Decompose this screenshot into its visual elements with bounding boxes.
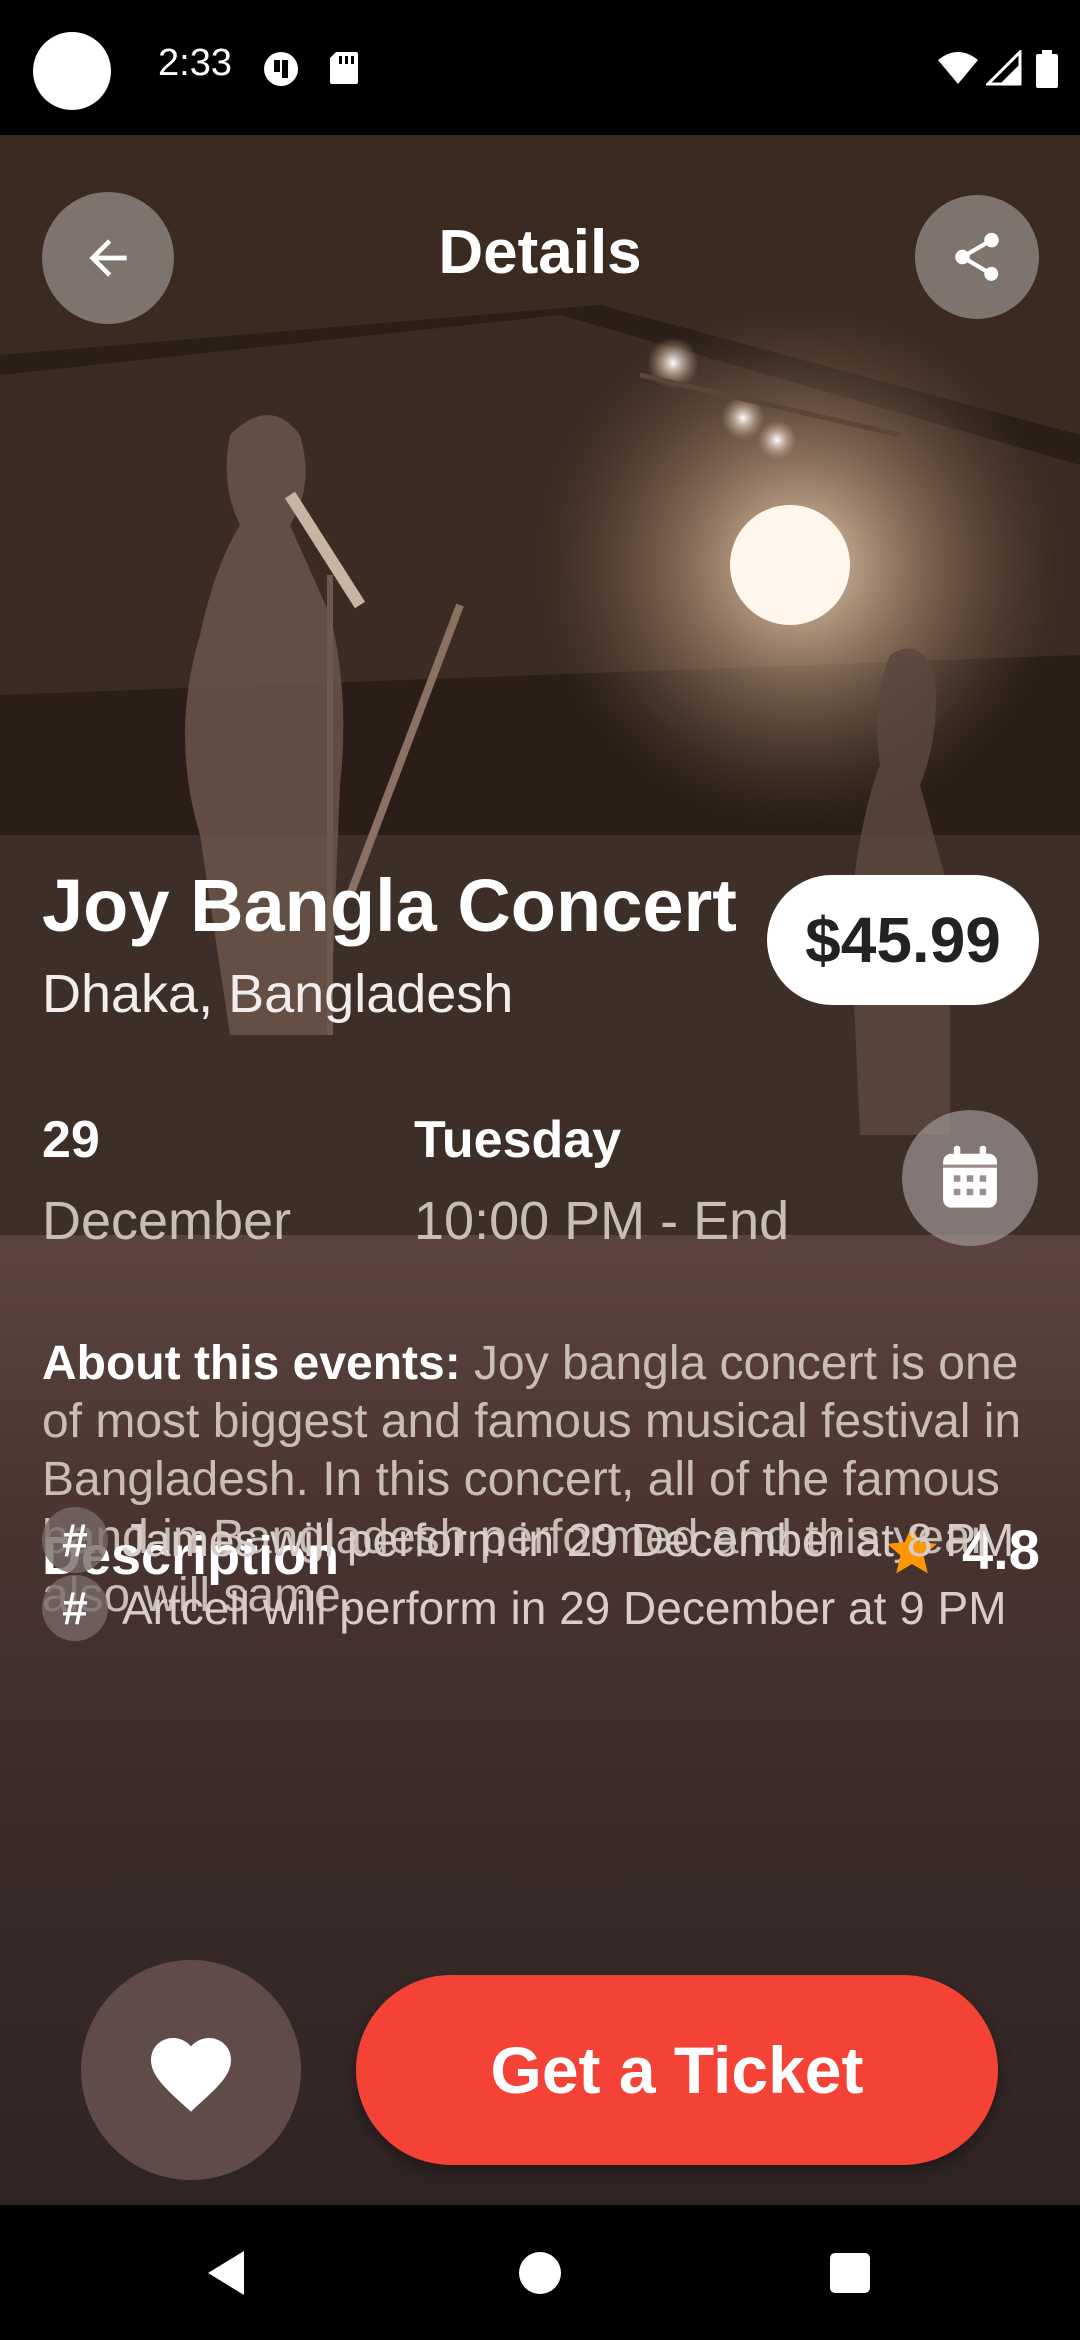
get-ticket-button[interactable]: Get a Ticket (356, 1975, 998, 2165)
add-to-calendar-button[interactable] (902, 1110, 1038, 1246)
event-details-screen: Details Joy Bangla Concert Dhaka, Bangla… (0, 135, 1080, 2205)
share-button[interactable] (915, 195, 1039, 319)
app-notification-icon (264, 52, 298, 86)
heart-icon (151, 2038, 231, 2112)
signal-icon (986, 50, 1022, 86)
system-nav-bar (0, 2205, 1080, 2340)
list-item: # James will perform in 29 December at 8… (42, 1507, 1014, 1573)
calendar-icon (943, 1145, 997, 1208)
nav-home-icon (519, 2251, 561, 2294)
nav-recents-icon (830, 2252, 870, 2293)
list-item-text: Artcell will perform in 29 December at 9… (122, 1582, 1007, 1634)
favorite-button[interactable] (81, 1960, 301, 2180)
event-title: Joy Bangla Concert (42, 864, 737, 947)
about-label: About this events: (42, 1337, 461, 1390)
camera-cutout (33, 32, 111, 110)
list-item: # Artcell will perform in 29 December at… (42, 1575, 1007, 1641)
battery-icon (1036, 50, 1058, 88)
event-day: 29 (42, 1111, 100, 1169)
price-badge: $45.99 (767, 875, 1039, 1005)
event-month: December (42, 1191, 292, 1251)
sd-card-icon (330, 52, 358, 84)
event-location: Dhaka, Bangladesh (42, 964, 514, 1024)
event-time-range: 10:00 PM - End (414, 1191, 790, 1251)
wifi-icon (938, 52, 978, 84)
phone-frame: 2:33 Details Joy Bangla Concert Dhaka, B… (0, 0, 1080, 2340)
share-icon (955, 232, 999, 281)
status-time: 2:33 (158, 42, 232, 84)
status-bar: 2:33 (0, 0, 1080, 135)
concert-hero-image (0, 135, 1080, 1235)
nav-back-button[interactable] (186, 2205, 266, 2340)
hashtag-icon: # (42, 1575, 108, 1641)
nav-home-button[interactable] (500, 2205, 580, 2340)
nav-back-icon (208, 2250, 244, 2295)
event-weekday: Tuesday (414, 1111, 622, 1169)
nav-recents-button[interactable] (810, 2205, 890, 2340)
list-item-text: James will perform in 29 December at 8 P… (122, 1514, 1015, 1566)
hashtag-icon: # (42, 1507, 108, 1573)
